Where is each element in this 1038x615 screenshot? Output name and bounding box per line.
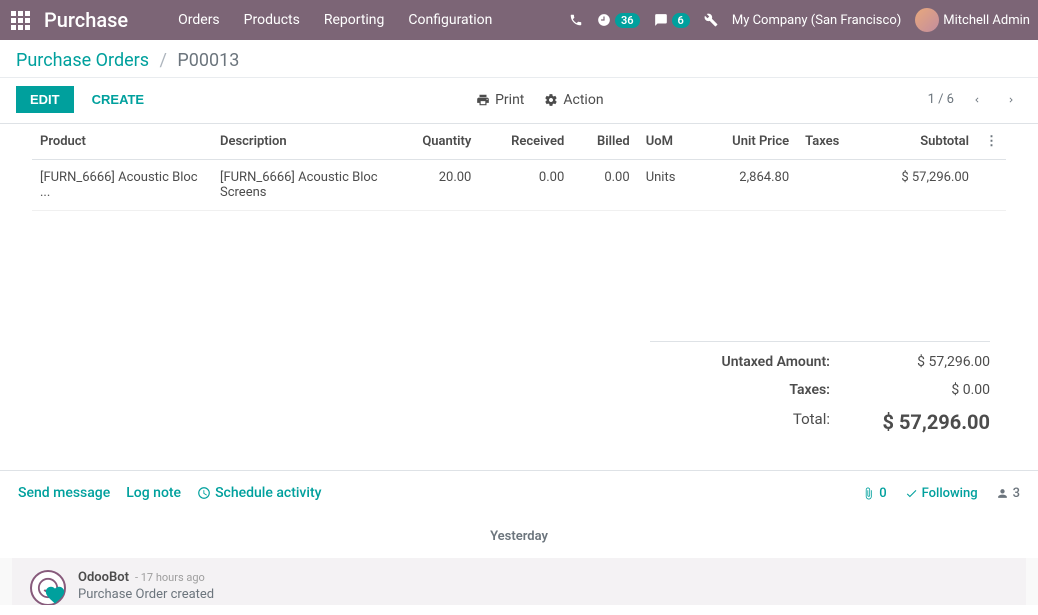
total-label: Total:	[650, 410, 860, 434]
attachments-count[interactable]: 0	[862, 486, 886, 501]
user-name: Mitchell Admin	[943, 13, 1030, 28]
totals: Untaxed Amount: $ 57,296.00 Taxes: $ 0.0…	[0, 321, 1038, 470]
pager-count[interactable]: 1 / 6	[928, 92, 954, 107]
breadcrumb: Purchase Orders / P00013	[16, 50, 1022, 71]
col-subtotal[interactable]: Subtotal	[865, 124, 977, 160]
print-button[interactable]: Print	[476, 92, 524, 108]
activities-icon[interactable]: 36	[597, 13, 640, 28]
print-icon	[476, 93, 490, 107]
nav-orders[interactable]: Orders	[168, 4, 230, 36]
brand[interactable]: Purchase	[44, 8, 128, 32]
debug-icon[interactable]	[704, 13, 718, 27]
taxes-value: $ 0.00	[860, 382, 990, 398]
col-unit-price[interactable]: Unit Price	[699, 124, 797, 160]
breadcrumb-bar: Purchase Orders / P00013	[0, 40, 1038, 78]
cell-uom: Units	[638, 160, 699, 211]
followers-value: 3	[1013, 486, 1020, 501]
breadcrumb-current: P00013	[177, 50, 239, 71]
company-switcher[interactable]: My Company (San Francisco)	[732, 13, 901, 28]
cell-subtotal: $ 57,296.00	[865, 160, 977, 211]
create-button[interactable]: CREATE	[84, 86, 152, 113]
action-label: Action	[563, 92, 603, 108]
user-avatar	[915, 8, 939, 32]
schedule-label: Schedule activity	[215, 485, 321, 501]
cell-billed: 0.00	[572, 160, 637, 211]
send-message-button[interactable]: Send message	[18, 485, 110, 501]
nav-products[interactable]: Products	[234, 4, 310, 36]
pager: 1 / 6	[928, 89, 1022, 111]
pager-next[interactable]	[1000, 89, 1022, 111]
cell-unit-price: 2,864.80	[699, 160, 797, 211]
breadcrumb-root[interactable]: Purchase Orders	[16, 50, 149, 71]
order-lines-table: Product Description Quantity Received Bi…	[32, 124, 1006, 211]
edit-button[interactable]: EDIT	[16, 86, 74, 113]
untaxed-label: Untaxed Amount:	[650, 354, 860, 370]
user-menu[interactable]: Mitchell Admin	[915, 8, 1030, 32]
apps-icon[interactable]	[8, 8, 32, 32]
col-options[interactable]: ⋮	[977, 124, 1006, 160]
cell-taxes	[797, 160, 864, 211]
nav-reporting[interactable]: Reporting	[314, 4, 395, 36]
phone-icon[interactable]	[569, 13, 583, 27]
content-scroll[interactable]: Product Description Quantity Received Bi…	[0, 124, 1038, 605]
gear-icon	[544, 93, 558, 107]
bot-avatar-icon	[30, 570, 66, 605]
schedule-activity-button[interactable]: Schedule activity	[197, 485, 321, 501]
timeline-separator: Yesterday	[0, 515, 1038, 558]
clock-icon	[197, 486, 211, 500]
col-uom[interactable]: UoM	[638, 124, 699, 160]
nav-configuration[interactable]: Configuration	[398, 4, 502, 36]
col-taxes[interactable]: Taxes	[797, 124, 864, 160]
messages-icon[interactable]: 6	[654, 13, 690, 28]
messages-badge: 6	[672, 13, 690, 28]
nav-menu: Orders Products Reporting Configuration	[168, 4, 502, 36]
cell-quantity: 20.00	[392, 160, 479, 211]
paperclip-icon	[862, 487, 875, 500]
cell-received: 0.00	[479, 160, 572, 211]
untaxed-value: $ 57,296.00	[860, 354, 990, 370]
pager-prev[interactable]	[966, 89, 988, 111]
log-note-button[interactable]: Log note	[126, 485, 181, 501]
table-row[interactable]: [FURN_6666] Acoustic Bloc ... [FURN_6666…	[32, 160, 1006, 211]
cell-description: [FURN_6666] Acoustic Bloc Screens	[212, 160, 392, 211]
col-billed[interactable]: Billed	[572, 124, 637, 160]
cell-product: [FURN_6666] Acoustic Bloc ...	[32, 160, 212, 211]
following-label: Following	[922, 486, 978, 501]
chatter-bar: Send message Log note Schedule activity …	[0, 470, 1038, 515]
print-label: Print	[495, 92, 524, 108]
message: OdooBot - 17 hours ago Purchase Order cr…	[12, 558, 1026, 605]
chevron-right-icon	[1006, 93, 1016, 107]
activities-badge: 36	[615, 13, 640, 28]
message-time: - 17 hours ago	[135, 571, 205, 584]
col-received[interactable]: Received	[479, 124, 572, 160]
systray: 36 6 My Company (San Francisco) Mitchell…	[569, 8, 1030, 32]
message-text: Purchase Order created	[78, 587, 1008, 602]
col-description[interactable]: Description	[212, 124, 392, 160]
navbar: Purchase Orders Products Reporting Confi…	[0, 0, 1038, 40]
total-value: $ 57,296.00	[860, 410, 990, 434]
check-icon	[905, 487, 918, 500]
action-button[interactable]: Action	[544, 92, 603, 108]
user-icon	[996, 487, 1009, 500]
control-panel: EDIT CREATE Print Action 1 / 6	[0, 78, 1038, 124]
followers-count[interactable]: 3	[996, 486, 1020, 501]
col-product[interactable]: Product	[32, 124, 212, 160]
breadcrumb-separator: /	[160, 50, 167, 71]
chevron-left-icon	[972, 93, 982, 107]
taxes-label: Taxes:	[650, 382, 860, 398]
message-author: OdooBot	[78, 570, 129, 585]
following-button[interactable]: Following	[905, 486, 978, 501]
attachments-value: 0	[879, 486, 886, 501]
col-quantity[interactable]: Quantity	[392, 124, 479, 160]
